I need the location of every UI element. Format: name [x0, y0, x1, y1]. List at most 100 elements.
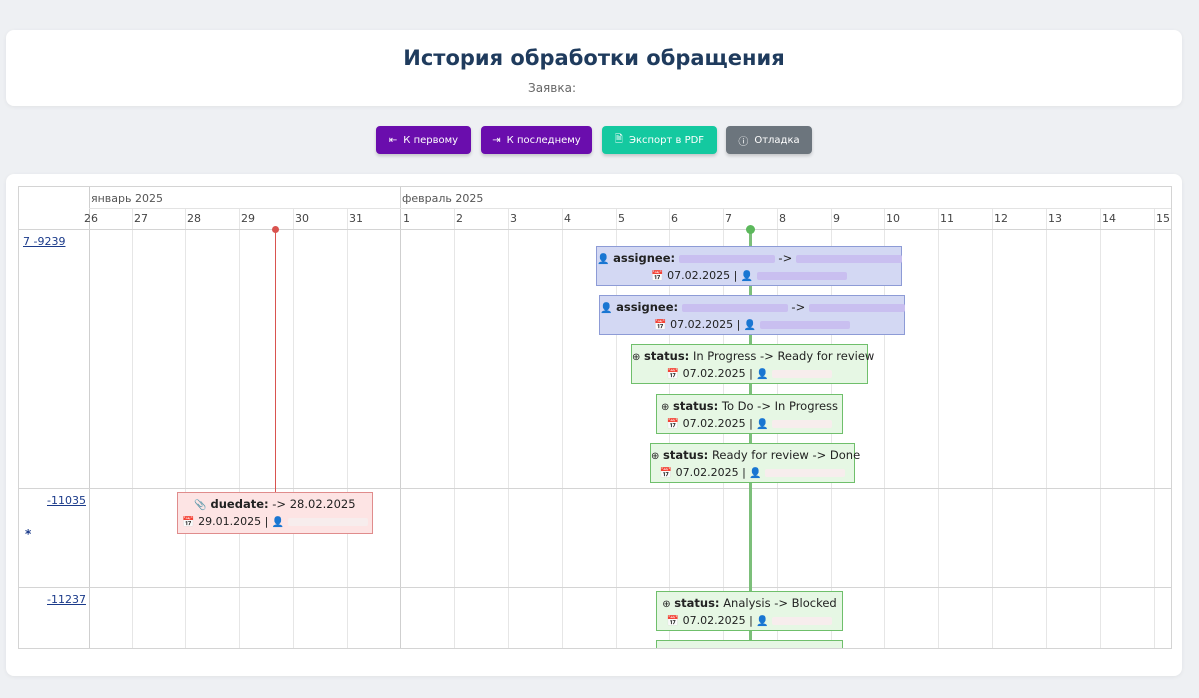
field-name: duedate:	[210, 497, 269, 511]
header-card: История обработки обращения Заявка:	[6, 30, 1182, 106]
grid-line	[185, 209, 186, 648]
group-link[interactable]: 7 -9239	[23, 235, 65, 248]
group-divider	[19, 587, 1171, 588]
month-label: январь 2025	[91, 192, 163, 205]
grid-line	[1100, 209, 1101, 648]
history-item[interactable]: ⊕ status: Ready for review -> Done 📅 07.…	[650, 443, 860, 483]
user-icon: 👤	[597, 254, 610, 265]
field-name: status:	[674, 596, 720, 610]
redacted-value	[756, 272, 847, 280]
axis-divider	[89, 208, 1171, 209]
grid-line	[132, 209, 133, 648]
last-button-label: К последнему	[506, 134, 581, 146]
calendar-icon: 📅	[666, 616, 680, 627]
current-date-marker-line	[749, 229, 752, 648]
calendar-icon: 📅	[666, 419, 680, 430]
redacted-value	[681, 303, 788, 312]
change-arrow: ->	[774, 251, 796, 265]
arrow-last-icon: ⇥	[492, 134, 501, 146]
user-icon: 👤	[756, 369, 769, 380]
item-date: 07.02.2025 |	[682, 417, 757, 430]
file-icon: 🗎	[614, 133, 623, 145]
user-icon: 👤	[740, 271, 754, 282]
history-item[interactable]: 👤 assignee: -> 📅 07.02.2025 | 👤	[599, 295, 905, 335]
grid-line	[938, 209, 939, 648]
day-label: 5	[618, 212, 625, 225]
first-button-label: К первому	[403, 134, 459, 146]
user-icon: 👤	[600, 303, 613, 314]
day-label: 31	[349, 212, 363, 225]
day-label: 8	[779, 212, 786, 225]
day-label: 27	[134, 212, 148, 225]
duedate-marker-line	[275, 229, 276, 494]
group-link[interactable]: -11035	[47, 494, 86, 507]
export-pdf-button[interactable]: 🗎 Экспорт в PDF	[602, 126, 717, 154]
day-label: 10	[886, 212, 900, 225]
item-date: 07.02.2025 |	[675, 466, 750, 479]
user-icon: 👤	[271, 517, 285, 528]
group-link[interactable]: -11237	[47, 593, 86, 606]
month-label: февраль 2025	[402, 192, 484, 205]
item-date: 07.02.2025 |	[670, 318, 744, 331]
grid-line	[1046, 209, 1047, 648]
calendar-icon: 📅	[666, 369, 680, 380]
item-date: 07.02.2025 |	[682, 367, 757, 380]
field-name: assignee:	[613, 251, 676, 265]
calendar-icon: 📅	[654, 320, 667, 331]
paperclip-icon: 📎	[194, 500, 207, 511]
grid-line	[454, 209, 455, 648]
history-item[interactable]: ⊕ status: To Do -> In Progress 📅 07.02.2…	[656, 394, 843, 434]
grid-line	[89, 187, 90, 648]
user-icon: 👤	[756, 616, 769, 627]
group-divider	[19, 488, 1171, 489]
month-divider	[400, 187, 401, 648]
history-item[interactable]: ⊕ status: Analysis -> Blocked 📅 07.02.20…	[656, 591, 843, 631]
arrow-first-icon: ⇤	[388, 134, 398, 146]
item-date: 07.02.2025 |	[667, 269, 741, 282]
history-item-partial[interactable]	[656, 640, 843, 648]
timeline[interactable]: январь 2025 февраль 2025 26 27 28 29 30 …	[18, 186, 1172, 649]
day-label: 1	[403, 212, 410, 225]
last-button[interactable]: ⇥ К последнему	[481, 126, 592, 154]
first-button[interactable]: ⇤ К первому	[376, 126, 471, 154]
request-subtitle: Заявка:	[528, 81, 576, 95]
required-marker: *	[25, 527, 32, 541]
status-change: In Progress -> Ready for review	[692, 349, 875, 363]
day-label: 9	[833, 212, 840, 225]
debug-button-label: Отладка	[754, 134, 800, 146]
info-circle-icon: ⓘ	[738, 136, 749, 148]
history-item[interactable]: 📎 duedate: -> 28.02.2025 📅 29.01.2025 | …	[177, 492, 373, 534]
redacted-value	[287, 518, 368, 526]
arrow-up-circle-icon: ⊕	[632, 352, 641, 363]
grid-line	[1154, 209, 1155, 648]
history-item[interactable]: 👤 assignee: -> 📅 07.02.2025 | 👤	[596, 246, 902, 286]
calendar-icon: 📅	[182, 517, 195, 528]
export-pdf-label: Экспорт в PDF	[628, 134, 705, 146]
field-name: status:	[663, 448, 709, 462]
day-label: 7	[725, 212, 732, 225]
day-label: 11	[940, 212, 954, 225]
redacted-value	[772, 370, 833, 378]
calendar-icon: 📅	[651, 271, 664, 282]
calendar-icon: 📅	[659, 468, 673, 479]
user-icon: 👤	[749, 468, 762, 479]
day-label: 26	[84, 212, 98, 225]
timeline-card: январь 2025 февраль 2025 26 27 28 29 30 …	[6, 174, 1182, 676]
grid-line	[239, 209, 240, 648]
arrow-up-circle-icon: ⊕	[660, 402, 670, 413]
duedate-change: -> 28.02.2025	[272, 497, 356, 511]
day-label: 30	[295, 212, 309, 225]
grid-line	[992, 209, 993, 648]
history-item[interactable]: ⊕ status: In Progress -> Ready for revie…	[631, 344, 874, 384]
day-label: 6	[671, 212, 678, 225]
status-change: Analysis -> Blocked	[723, 596, 837, 610]
axis-bottom-line	[19, 229, 1171, 230]
item-date: 07.02.2025 |	[682, 614, 757, 627]
day-label: 2	[456, 212, 463, 225]
debug-button[interactable]: ⓘ Отладка	[726, 126, 812, 154]
redacted-value	[765, 469, 846, 477]
day-label: 3	[510, 212, 517, 225]
item-date: 29.01.2025 |	[198, 515, 272, 528]
redacted-value	[808, 303, 905, 312]
arrow-up-circle-icon: ⊕	[651, 451, 660, 462]
